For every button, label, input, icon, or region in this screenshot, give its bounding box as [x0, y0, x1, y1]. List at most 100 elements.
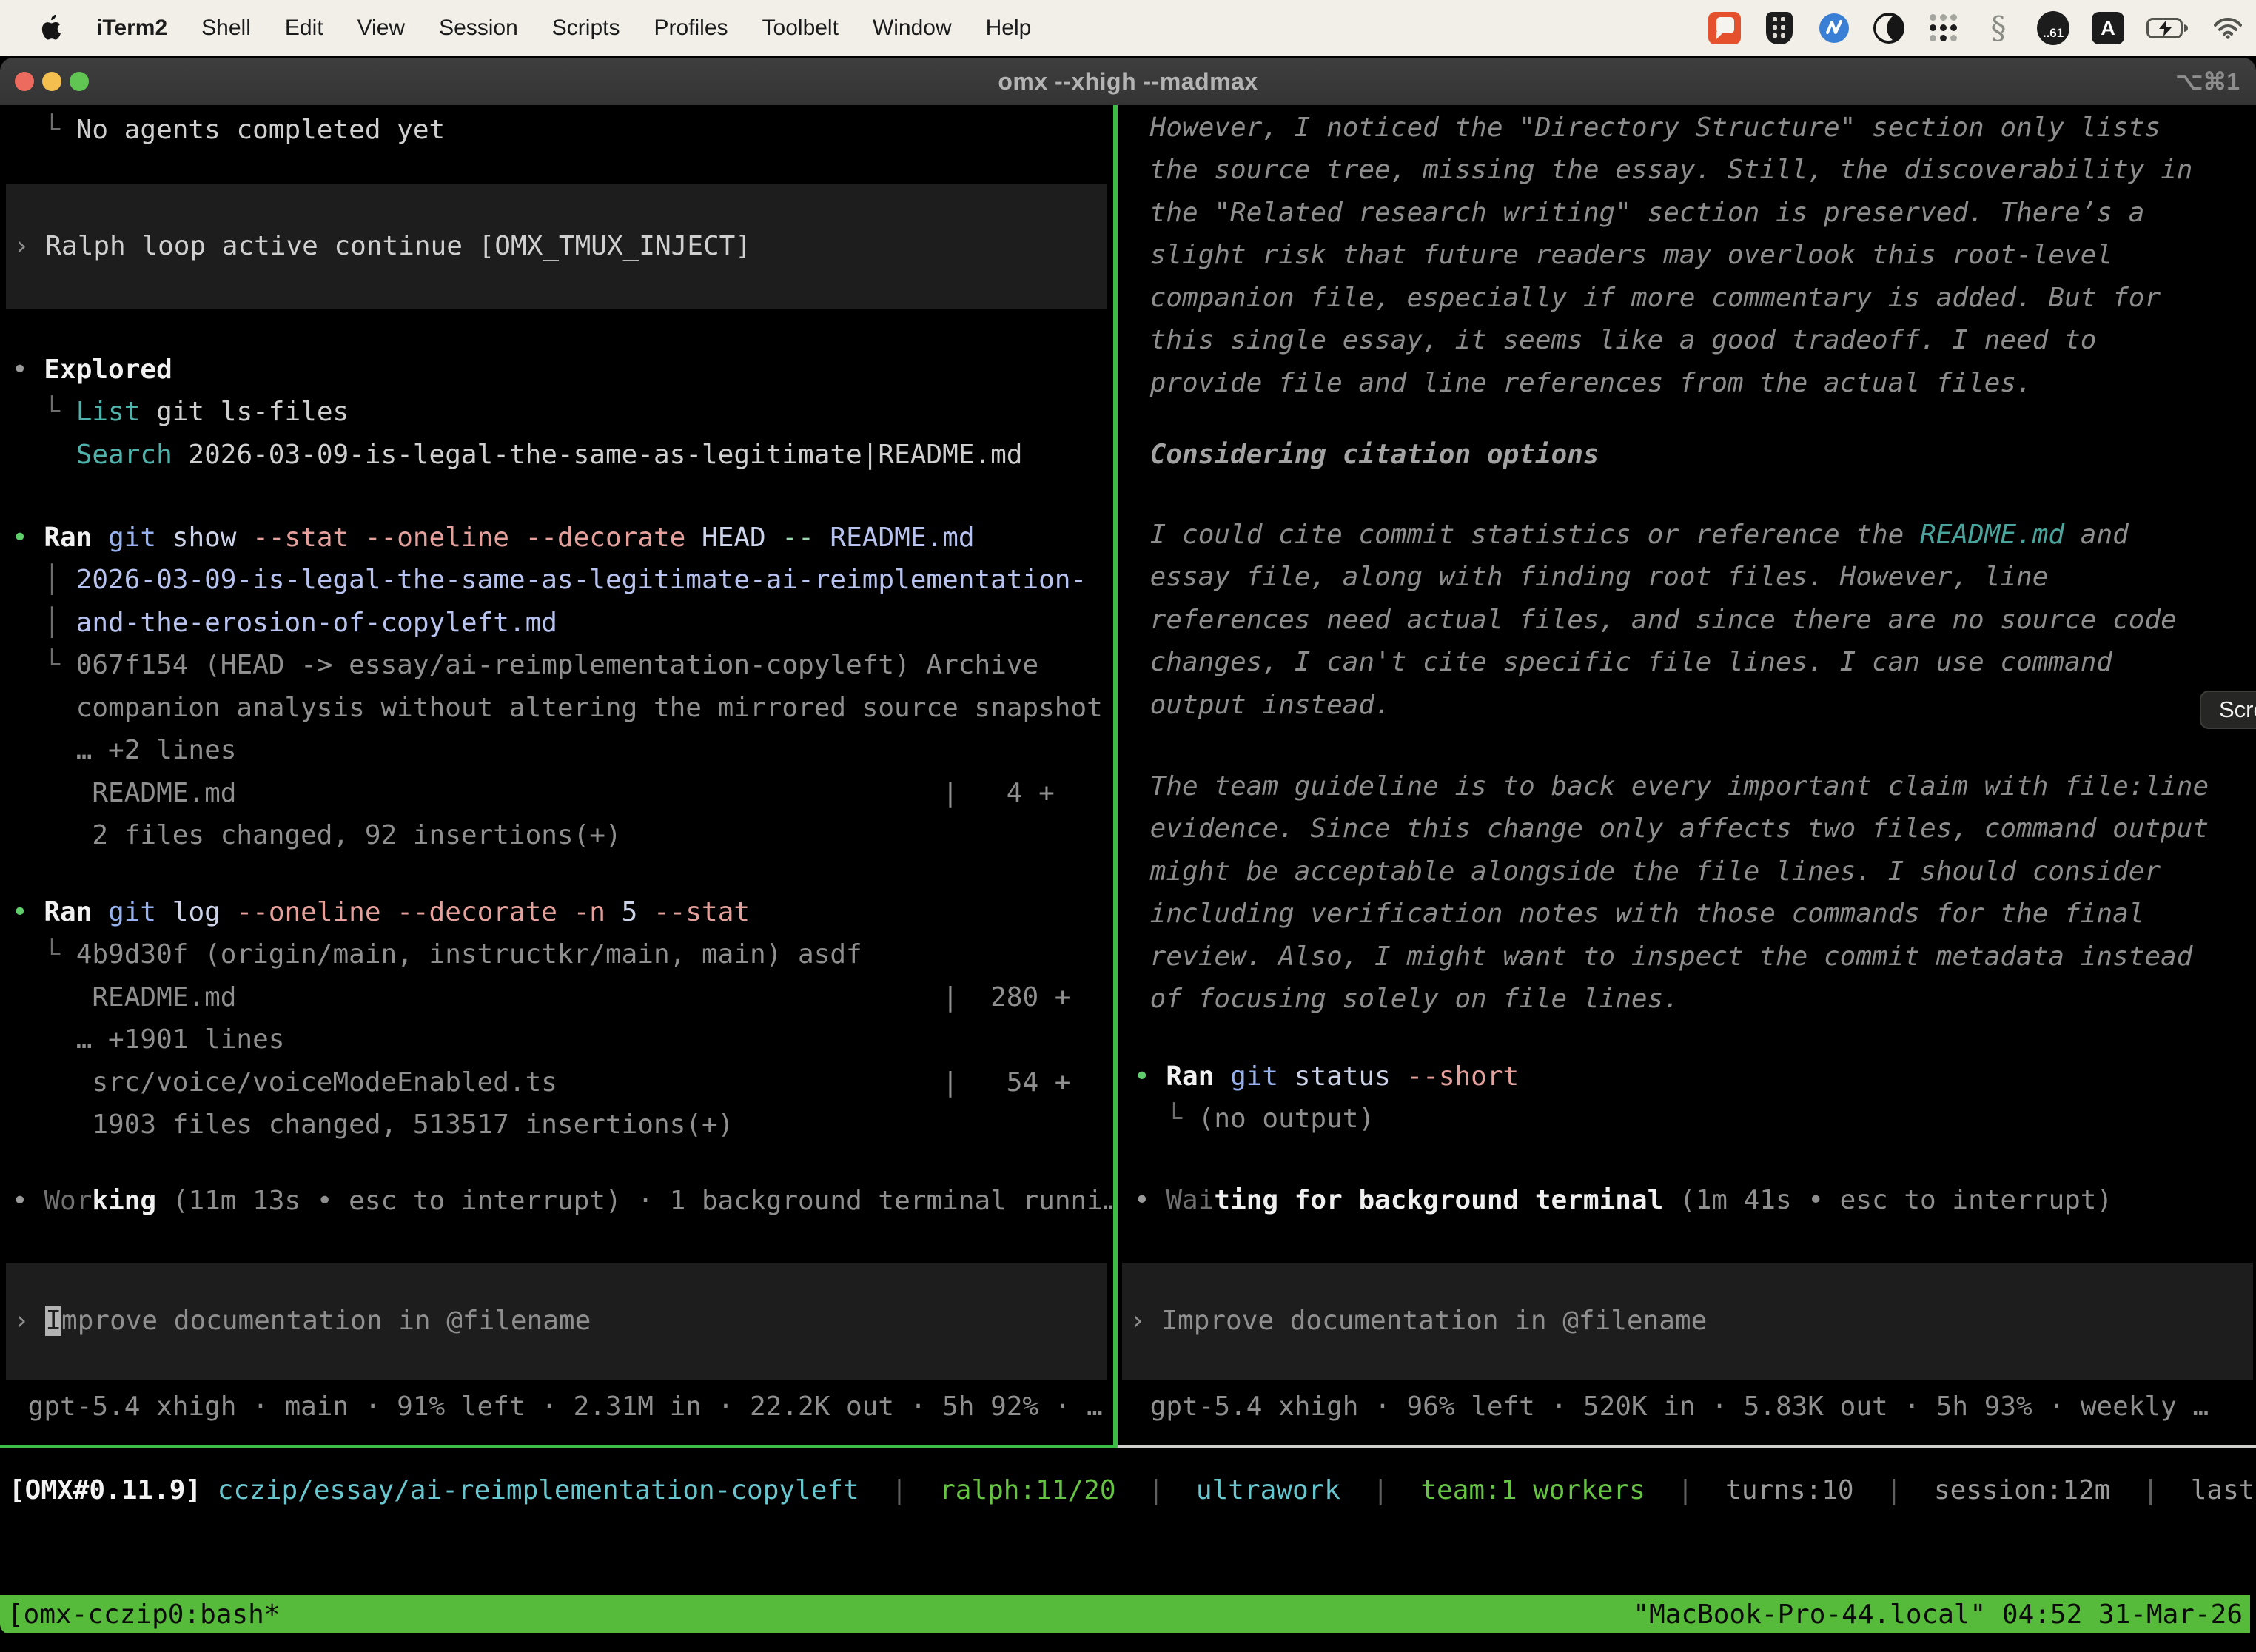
tmux-pane-right[interactable]: › Improve documentation in @filename How… — [1118, 105, 2256, 1445]
text-segment: • — [12, 1186, 44, 1216]
text-segment: ting for background terminal — [1214, 1185, 1663, 1215]
terminal-line: 1903 files changed, 513517 insertions(+) — [12, 1104, 733, 1146]
text-segment: of focusing solely on file lines. — [1134, 984, 1679, 1014]
text-segment: and-the-erosion-of-copyleft.md — [76, 608, 557, 638]
text-segment: -- — [782, 523, 830, 553]
text-segment: README.md — [830, 523, 974, 553]
text-segment: last:5m ago — [2191, 1475, 2256, 1505]
text-segment: king — [92, 1186, 156, 1216]
a-app-badge-icon[interactable]: A — [2092, 12, 2124, 44]
text-segment: The team guideline is to back every impo… — [1134, 771, 2209, 802]
text-segment: README.md — [1920, 520, 2064, 550]
terminal-line: │ 2026-03-09-is-legal-the-same-as-legiti… — [12, 559, 1087, 602]
terminal-line: │ and-the-erosion-of-copyleft.md — [12, 602, 557, 645]
text-segment: including verification notes with those … — [1134, 899, 2144, 929]
text-segment: Wor — [44, 1186, 92, 1216]
text-segment: └ — [12, 397, 76, 427]
menu-items: iTerm2 Shell Edit View Session Scripts P… — [96, 16, 1031, 41]
terminal-line: including verification notes with those … — [1134, 893, 2144, 936]
menu-item-edit[interactable]: Edit — [285, 16, 323, 41]
menu-item-toolbelt[interactable]: Toolbelt — [762, 16, 839, 41]
keyboard-shield-icon[interactable] — [1763, 12, 1796, 44]
terminal-line: Search 2026-03-09-is-legal-the-same-as-l… — [12, 434, 1022, 477]
text-segment: Ralph loop active continue [OMX_TMUX_INJ… — [45, 231, 751, 261]
text-segment: --oneline --decorate — [236, 897, 573, 927]
text-segment: 4b9d30f (origin/main, instructkr/main, m… — [76, 939, 862, 970]
text-segment: show — [172, 523, 252, 553]
terminal-line: … +1901 lines — [12, 1018, 284, 1061]
text-segment: 2026-03-09-is-legal-the-same-as-legitima… — [172, 440, 1023, 470]
screen-share-chip[interactable]: Scre — [2200, 691, 2256, 729]
crescent-menu-icon[interactable] — [1873, 12, 1905, 44]
prompt-input-right-text: › Improve documentation in @filename — [1122, 1300, 1707, 1343]
text-segment: | — [1340, 1475, 1420, 1505]
text-segment: provide file and line references from th… — [1134, 368, 2032, 398]
squiggle-status-icon[interactable]: § — [1982, 12, 2015, 44]
text-segment: | — [1116, 1475, 1196, 1505]
text-segment: › Improve documentation in @filename — [1129, 1306, 1707, 1336]
iterm2-window: omx --xhigh --madmax ⌥⌘1 › Ralph loop ac… — [0, 58, 2256, 1634]
terminal-line: evidence. Since this change only affects… — [1134, 807, 2209, 850]
menu-item-scripts[interactable]: Scripts — [552, 16, 620, 41]
prompt-input-right[interactable]: › Improve documentation in @filename — [1122, 1263, 2253, 1380]
terminal-line: README.md | 280 + — [12, 976, 1070, 1019]
text-segment: | — [2110, 1475, 2190, 1505]
menu-item-profiles[interactable]: Profiles — [654, 16, 728, 41]
terminal-line: I could cite commit statistics or refere… — [1134, 514, 2129, 557]
sync-badge-icon[interactable] — [1818, 12, 1850, 44]
terminal-line: references need actual files, and since … — [1134, 599, 2177, 642]
terminal-line: the "Related research writing" section i… — [1134, 192, 2144, 235]
terminal-line: the source tree, missing the essay. Stil… — [1134, 149, 2192, 192]
terminal-line: output instead. — [1134, 684, 1391, 727]
menu-item-session[interactable]: Session — [439, 16, 518, 41]
text-segment: (no output) — [1198, 1104, 1374, 1134]
window-shortcut-badge: ⌥⌘1 — [2175, 58, 2240, 105]
terminal-line: src/voice/voiceModeEnabled.ts | 54 + — [12, 1061, 1070, 1104]
text-segment: └ — [12, 115, 76, 145]
tmux-status-bar: [omx-cczip0:bash* "MacBook-Pro-44.local"… — [0, 1595, 2250, 1633]
terminal-line: Considering citation options — [1134, 434, 1599, 477]
prompt-input-left[interactable]: › Improve documentation in @filename — [6, 1263, 1107, 1380]
security-meter-icon[interactable]: ..61 — [2037, 12, 2069, 44]
terminal-line: review. Also, I might want to inspect th… — [1134, 936, 2192, 978]
menu-item-help[interactable]: Help — [986, 16, 1032, 41]
text-segment: Ran — [1166, 1061, 1230, 1092]
terminal-line: 2 files changed, 92 insertions(+) — [12, 814, 622, 857]
menu-item-window[interactable]: Window — [873, 16, 952, 41]
menu-item-iterm2[interactable]: iTerm2 — [96, 16, 167, 41]
text-segment: companion analysis without altering the … — [12, 693, 1103, 723]
text-segment: git — [108, 897, 172, 927]
dots-grid-icon[interactable] — [1927, 12, 1960, 44]
window-title-bar[interactable]: omx --xhigh --madmax ⌥⌘1 — [0, 58, 2256, 105]
menu-item-view[interactable]: View — [357, 16, 405, 41]
terminal-line: might be acceptable alongside the file l… — [1134, 850, 2161, 893]
text-segment: mprove documentation in @filename — [61, 1306, 591, 1336]
terminal-line: The team guideline is to back every impo… — [1134, 765, 2209, 808]
text-segment: (1m 41s • esc to interrupt) — [1663, 1185, 2112, 1215]
terminal-content: › Ralph loop active continue [OMX_TMUX_I… — [0, 105, 2256, 1634]
menu-item-shell[interactable]: Shell — [201, 16, 251, 41]
text-segment — [201, 1475, 218, 1505]
text-segment: [OMX#0.11.9] — [9, 1475, 201, 1505]
text-segment: └ — [12, 939, 76, 970]
text-segment: changes, I can't cite specific file line… — [1134, 647, 2112, 677]
terminal-line: essay file, along with finding root file… — [1134, 556, 2048, 599]
apple-menu-icon[interactable] — [38, 13, 64, 43]
text-segment: status — [1295, 1061, 1407, 1092]
text-segment: ralph:11/20 — [939, 1475, 1115, 1505]
text-segment: Ran — [44, 523, 108, 553]
text-segment: --stat --oneline --decorate — [252, 523, 702, 553]
tmux-pane-left[interactable]: › Ralph loop active continue [OMX_TMUX_I… — [0, 105, 1113, 1445]
terminal-line: └ 067f154 (HEAD -> essay/ai-reimplementa… — [12, 644, 1038, 687]
text-segment: src/voice/voiceModeEnabled.ts | 54 + — [12, 1067, 1070, 1098]
text-segment: 5 — [622, 897, 654, 927]
wifi-icon[interactable] — [2212, 12, 2244, 44]
tmux-session-tab[interactable]: [omx-cczip0:bash* — [0, 1599, 280, 1630]
chat-app-icon[interactable] — [1708, 12, 1741, 44]
terminal-line: └ No agents completed yet — [12, 109, 445, 152]
menu-status-icons: § ..61 A — [1708, 0, 2244, 56]
battery-charging-icon[interactable] — [2146, 12, 2189, 44]
text-segment: │ — [12, 608, 76, 638]
terminal-line: README.md | 4 + — [12, 772, 1055, 815]
text-segment: │ — [12, 565, 76, 595]
